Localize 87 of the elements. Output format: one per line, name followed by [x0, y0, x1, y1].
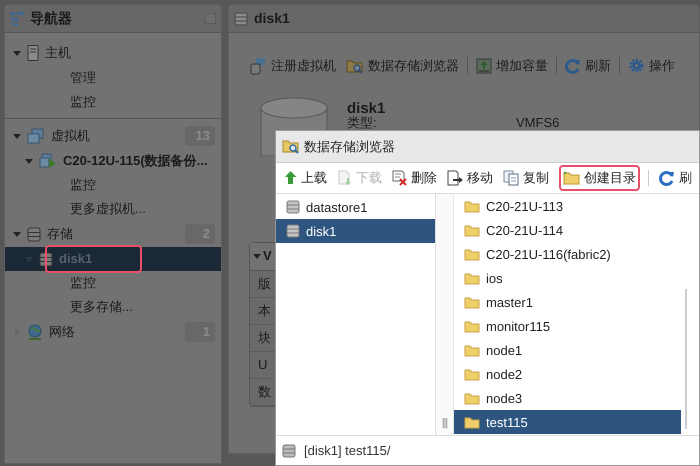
- caret-icon[interactable]: [25, 158, 33, 164]
- folder-icon: [464, 248, 480, 261]
- caret-icon[interactable]: [13, 134, 21, 138]
- windows-icon: [27, 128, 45, 144]
- list-item[interactable]: datastore1: [276, 195, 435, 220]
- tree-item[interactable]: 网络: [49, 322, 75, 342]
- refresh-icon: [565, 58, 581, 74]
- dialog-title: 数据存储浏览器: [304, 138, 395, 156]
- toolbar-button[interactable]: 数据存储浏览器: [346, 56, 459, 76]
- globe-icon: [27, 324, 43, 340]
- move-file-icon: [447, 170, 463, 186]
- download-file-icon: [337, 170, 352, 186]
- list-item[interactable]: C20-21U-113: [454, 194, 681, 218]
- field-label: 块: [258, 328, 271, 347]
- toolbar-button[interactable]: 删除: [392, 168, 437, 188]
- field-label: 本: [258, 302, 271, 320]
- storage-icon: [27, 226, 41, 242]
- list-item[interactable]: master1: [454, 290, 681, 314]
- splitter-handle[interactable]: |||: [442, 414, 448, 432]
- list-item[interactable]: disk1: [276, 219, 435, 244]
- toolbar-button[interactable]: 复制: [503, 168, 549, 188]
- new-folder-icon: [563, 170, 580, 185]
- tree-item[interactable]: C20-12U-115(数据备份...: [63, 151, 208, 171]
- list-item[interactable]: test115: [454, 410, 681, 434]
- list-item[interactable]: node2: [454, 362, 681, 386]
- folder-icon: [464, 272, 480, 285]
- toolbar-button[interactable]: 刷: [659, 168, 692, 188]
- folder-icon: [464, 392, 480, 405]
- tree-item[interactable]: 监控: [70, 175, 96, 195]
- panel-title: disk1: [254, 9, 290, 28]
- datastore-name: disk1: [347, 98, 386, 116]
- tree-item[interactable]: 更多虚拟机...: [70, 199, 146, 219]
- tree-item[interactable]: 更多存储...: [70, 297, 133, 317]
- list-item[interactable]: C20-21U-114: [454, 218, 681, 242]
- list-item[interactable]: monitor115: [454, 314, 681, 338]
- storage-icon: [286, 200, 300, 214]
- delete-file-icon: [392, 170, 407, 186]
- tree-item[interactable]: disk1: [59, 249, 92, 269]
- tree-item[interactable]: 存储: [47, 224, 73, 244]
- folder-icon: [464, 224, 480, 237]
- storage-icon: [282, 444, 296, 458]
- refresh-icon: [659, 170, 675, 186]
- path-text: [disk1] test115/: [304, 442, 390, 460]
- caret-icon[interactable]: [13, 50, 21, 56]
- toolbar-button[interactable]: 刷新: [565, 56, 611, 76]
- field-value: VMFS6: [516, 114, 560, 132]
- tree-icon: [10, 10, 26, 26]
- list-item[interactable]: ios: [454, 266, 681, 290]
- tree-item[interactable]: 主机: [45, 43, 71, 63]
- up-arrow-icon: [284, 170, 297, 186]
- folder-icon: [464, 296, 480, 309]
- list-item[interactable]: node3: [454, 386, 681, 410]
- toolbar-button[interactable]: 创建目录: [559, 164, 640, 191]
- list-item[interactable]: C20-21U-116(fabric2): [454, 242, 681, 266]
- folder-icon: [464, 320, 480, 333]
- tree-item[interactable]: 监控: [70, 92, 96, 112]
- tree-item[interactable]: 监控: [70, 273, 96, 293]
- toolbar-button[interactable]: 移动: [447, 168, 493, 188]
- field-label: 数: [258, 382, 271, 401]
- tree-item[interactable]: 管理: [70, 68, 96, 88]
- vm-register-icon: [249, 56, 267, 75]
- field-label: 版: [258, 274, 271, 293]
- toolbar-button[interactable]: 增加容量: [476, 56, 548, 76]
- caret-icon[interactable]: [13, 232, 21, 236]
- folder-icon: [464, 344, 480, 357]
- settings-icon: [628, 57, 645, 74]
- caret-icon[interactable]: [253, 254, 261, 258]
- toolbar-button[interactable]: 上载: [284, 168, 327, 188]
- folder-search-icon: [282, 138, 300, 154]
- toolbar-button[interactable]: 注册虚拟机: [249, 56, 336, 76]
- server-icon: [27, 45, 39, 61]
- storage-icon: [286, 224, 300, 238]
- tree-item[interactable]: 虚拟机: [51, 126, 90, 146]
- section-title: V: [263, 247, 272, 266]
- folder-icon: [464, 416, 480, 429]
- upload-box-icon: [476, 58, 492, 74]
- storage-icon: [234, 12, 248, 26]
- field-label: U: [258, 356, 268, 374]
- copy-icon: [503, 170, 519, 186]
- field-label: 类型:: [347, 114, 377, 132]
- folder-icon: [464, 200, 480, 213]
- vm-play-icon: [39, 153, 57, 169]
- panel-title: 导航器: [30, 9, 72, 28]
- folder-icon: [464, 368, 480, 381]
- list-item[interactable]: node1: [454, 338, 681, 362]
- toolbar-button[interactable]: 操作: [628, 56, 675, 76]
- folder-search-icon: [346, 58, 364, 74]
